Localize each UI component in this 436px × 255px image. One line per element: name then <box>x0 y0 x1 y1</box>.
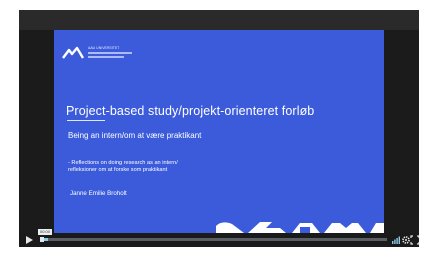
reflection-line: refleksioner om at forske som praktikant <box>68 167 168 173</box>
time-label: 00:00 <box>38 229 53 235</box>
volume-icon[interactable] <box>391 235 401 245</box>
fullscreen-icon[interactable] <box>410 235 419 245</box>
title-divider <box>67 120 105 121</box>
university-logo-text: AAU UNIVERSITET <box>88 46 148 58</box>
reflection-line: - Reflections on doing research as an in… <box>68 160 178 166</box>
slide-reflection: - Reflections on doing research as an in… <box>68 160 178 174</box>
slide-author: Janne Emilie Broholt <box>70 190 127 197</box>
progress-thumb[interactable] <box>40 237 44 242</box>
letterbox-left <box>19 30 54 233</box>
progress-bar[interactable] <box>41 238 387 241</box>
slide-subtitle: Being an intern/om at være praktikant <box>68 131 202 140</box>
logo-bar <box>88 52 132 54</box>
letterbox-right <box>384 30 419 233</box>
play-icon[interactable] <box>24 235 34 245</box>
slide-title: Project-based study/projekt-orienteret f… <box>66 104 315 118</box>
logo-bar <box>88 56 124 58</box>
university-logo-icon <box>62 46 84 59</box>
logo-line: AAU UNIVERSITET <box>88 46 120 50</box>
video-player[interactable]: AAU UNIVERSITET Project-based study/proj… <box>19 10 419 247</box>
presentation-slide: AAU UNIVERSITET Project-based study/proj… <box>54 30 384 233</box>
player-top-bar <box>19 10 419 30</box>
decorative-shapes <box>216 222 384 233</box>
player-controls <box>19 233 419 247</box>
